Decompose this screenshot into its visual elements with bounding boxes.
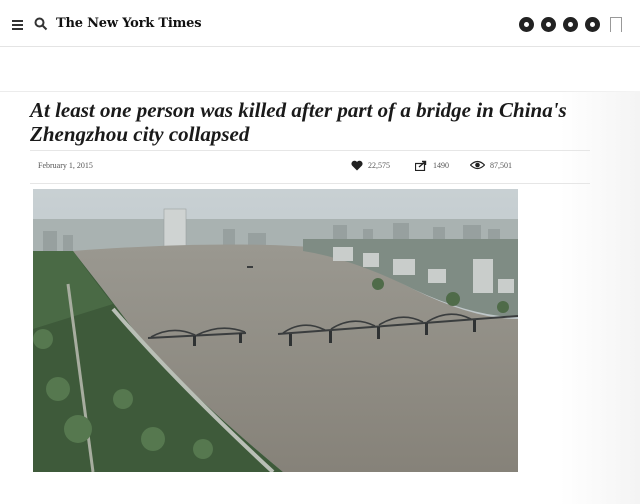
ad-band <box>0 47 640 92</box>
eye-icon <box>470 160 485 170</box>
heart-icon <box>351 160 363 171</box>
facebook-icon[interactable] <box>519 17 534 32</box>
email-icon[interactable] <box>563 17 578 32</box>
twitter-icon[interactable] <box>541 17 556 32</box>
bridge-river-photo <box>33 189 518 472</box>
social-share-icons <box>519 17 600 32</box>
share-arrow-icon <box>415 160 427 171</box>
shares-stat[interactable]: 1490 <box>415 160 449 171</box>
article-headline: At least one person was killed after par… <box>30 98 567 146</box>
article-meta-bar: February 1, 2015 22,575 1490 87,501 <box>30 150 590 184</box>
publish-date: February 1, 2015 <box>38 161 93 170</box>
views-count: 87,501 <box>490 160 512 170</box>
views-stat[interactable]: 87,501 <box>470 160 512 170</box>
likes-stat[interactable]: 22,575 <box>351 160 390 171</box>
likes-count: 22,575 <box>368 161 390 170</box>
share-icon[interactable] <box>585 17 600 32</box>
bookmark-icon[interactable] <box>610 17 622 32</box>
article-photo[interactable] <box>33 189 518 472</box>
search-icon[interactable] <box>34 17 48 31</box>
top-navigation-bar: The New York Times <box>0 0 640 47</box>
menu-icon[interactable] <box>12 20 23 30</box>
site-logo[interactable]: The New York Times <box>56 16 202 31</box>
shares-count: 1490 <box>433 161 449 170</box>
